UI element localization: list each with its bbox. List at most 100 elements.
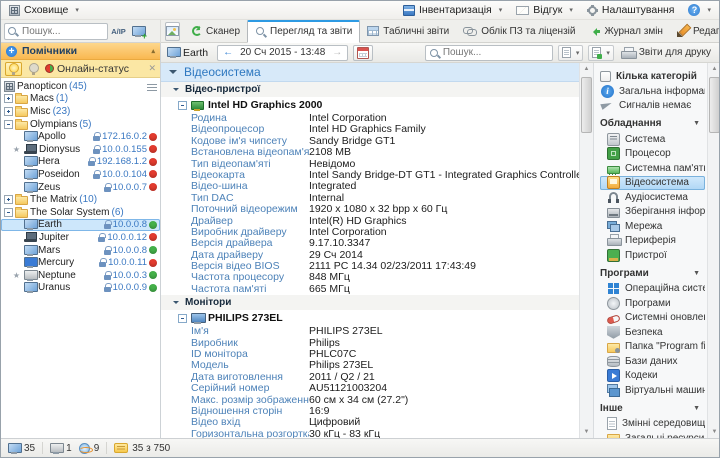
category-label: Система [625, 133, 666, 145]
feedback-menu[interactable]: Відгук ▾ [516, 4, 573, 16]
tab-changelog[interactable]: Журнал змін [582, 20, 669, 43]
category-videosystem[interactable]: Відеосистема [600, 175, 705, 190]
scroll-down-icon[interactable]: ▼ [580, 426, 593, 438]
tree-device-jupiter[interactable]: Jupiter 10.0.0.12 [1, 231, 160, 244]
collapse-icon[interactable] [4, 119, 13, 129]
print-reports-button[interactable]: Звіти для друку [619, 47, 713, 59]
export-report-button[interactable]: ▾ [588, 44, 614, 61]
category-alerts[interactable]: Сигналів немає [600, 99, 705, 114]
section-other[interactable]: Інше ▼ [600, 400, 705, 417]
category-security[interactable]: Безпека [600, 325, 705, 340]
category-peripherals[interactable]: Периферія [600, 234, 705, 249]
category-processor[interactable]: Процесор [600, 147, 705, 162]
snapshot-viewer-button[interactable] [165, 21, 180, 41]
tree-root-panopticon[interactable]: Panopticon (45) [1, 80, 160, 93]
collapse-icon[interactable]: ▴ [151, 47, 155, 55]
category-programs[interactable]: Програми [600, 296, 705, 311]
sort-by-name-ip-button[interactable]: A/IP [110, 23, 127, 40]
tree-device-neptune[interactable]: ★ Neptune 10.0.0.3 [1, 269, 160, 282]
tree-device-uranus[interactable]: Uranus 10.0.0.9 [1, 282, 160, 295]
copy-report-button[interactable]: ▾ [557, 44, 584, 61]
tree-device-mars[interactable]: Mars 10.0.0.8 [1, 244, 160, 257]
category-scrollbar[interactable]: ▲ ▼ [707, 63, 719, 438]
collapse-icon[interactable] [4, 207, 13, 217]
category-system[interactable]: Система [600, 132, 705, 147]
assistants-header[interactable]: Помічники ▴ [1, 43, 160, 60]
tree-group-macs[interactable]: Macs (1) [1, 93, 160, 106]
category-env-variables[interactable]: Змінні середовища [600, 417, 705, 432]
device-header-philips[interactable]: PHILIPS 273EL [161, 310, 579, 326]
category-memory[interactable]: Системна пам'ять [600, 161, 705, 176]
close-icon[interactable]: ✕ [148, 63, 156, 74]
scrollbar-thumb[interactable] [709, 77, 719, 133]
add-assistant-icon[interactable] [6, 45, 17, 57]
tree-group-matrix[interactable]: The Matrix (10) [1, 193, 160, 206]
category-os[interactable]: Операційна система [600, 282, 705, 297]
section-hardware[interactable]: Обладнання ▼ [600, 115, 705, 132]
tree-device-poseidon[interactable]: Poseidon 10.0.0.104 [1, 168, 160, 181]
category-databases[interactable]: Бази даних [600, 354, 705, 369]
tab-scanner[interactable]: Сканер [185, 20, 247, 43]
bulb-off-button[interactable] [25, 62, 42, 76]
group-video-devices[interactable]: Відео-пристрої [161, 82, 579, 97]
storage-menu[interactable]: Сховище ▾ [9, 4, 79, 16]
tree-device-earth[interactable]: Earth 10.0.0.8 [1, 218, 160, 232]
multi-categories-toggle[interactable]: Кілька категорій [600, 69, 705, 84]
tree-device-zeus[interactable]: Zeus 10.0.0.7 [1, 181, 160, 194]
help-menu[interactable]: ▾ [688, 4, 711, 16]
category-virtual-machines[interactable]: Віртуальні машини [600, 383, 705, 398]
category-updates[interactable]: Системні оновлення [600, 311, 705, 326]
category-audiosystem[interactable]: Аудіосистема [600, 190, 705, 205]
tab-software-licenses[interactable]: Облік ПЗ та ліцензій [456, 20, 582, 43]
tree-group-solar-system[interactable]: The Solar System (6) [1, 206, 160, 219]
tree-device-dionysus[interactable]: ★ Dionysus 10.0.0.155 [1, 143, 160, 156]
inventory-menu[interactable]: Інвентаризація ▾ [402, 4, 502, 16]
content-scrollbar[interactable]: ▲ ▼ [579, 63, 593, 438]
calendar-button[interactable] [353, 44, 374, 61]
category-shared-resources[interactable]: Загальні ресурси [600, 431, 705, 438]
section-videosystem[interactable]: Відеосистема [161, 63, 579, 82]
tree-group-misc[interactable]: Misc (23) [1, 105, 160, 118]
expand-icon[interactable] [4, 94, 13, 104]
tree-view-options-icon[interactable] [147, 82, 157, 91]
collapse-icon[interactable]: ▼ [693, 270, 705, 277]
property-row: ID монітора PHLC07C [191, 349, 579, 360]
menu-edit[interactable]: Редагування ▾ [670, 20, 719, 43]
expand-icon[interactable] [4, 106, 13, 116]
tab-table-reports[interactable]: Табличні звіти [360, 20, 456, 43]
expand-icon[interactable] [4, 195, 13, 205]
scroll-up-icon[interactable]: ▲ [580, 63, 593, 75]
tab-view-reports[interactable]: Перегляд та звіти [247, 19, 361, 43]
report-search-input[interactable] [424, 44, 553, 61]
scroll-up-icon[interactable]: ▲ [708, 63, 719, 75]
scrollbar-thumb[interactable] [581, 77, 592, 133]
add-device-button[interactable]: + [129, 23, 147, 41]
category-codecs[interactable]: Кодеки [600, 369, 705, 384]
collapse-icon[interactable] [178, 100, 187, 110]
category-storage[interactable]: Зберігання інформації [600, 205, 705, 220]
group-monitors[interactable]: Монітори [161, 295, 579, 311]
next-snapshot-button[interactable]: → [332, 47, 342, 58]
category-devices[interactable]: Пристрої [600, 248, 705, 263]
tree-device-apollo[interactable]: Apollo 172.16.0.2 [1, 130, 160, 143]
category-program-files[interactable]: Папка "Program files" [600, 340, 705, 355]
bulb-on-button[interactable] [5, 61, 22, 76]
lock-icon [103, 270, 112, 280]
category-network[interactable]: Мережа [600, 219, 705, 234]
collapse-icon[interactable] [178, 313, 187, 323]
tree-device-hera[interactable]: Hera 192.168.1.2 [1, 156, 160, 169]
tree-group-olympians[interactable]: Olympians (5) [1, 118, 160, 131]
prev-snapshot-button[interactable]: ← [223, 47, 233, 58]
settings-menu[interactable]: Налаштування [586, 4, 674, 16]
device-header-intel-hd[interactable]: Intel HD Graphics 2000 [161, 97, 579, 113]
collapse-icon[interactable]: ▼ [693, 405, 705, 412]
scroll-down-icon[interactable]: ▼ [708, 426, 719, 438]
property-label: Відношення сторін [191, 405, 283, 417]
section-software[interactable]: Програми ▼ [600, 265, 705, 282]
collapse-icon[interactable]: ▼ [693, 120, 705, 127]
property-row: Серійний номер AU51121003204 [191, 383, 579, 394]
tree-search-input[interactable] [4, 22, 108, 40]
checkbox-icon[interactable] [600, 71, 611, 82]
category-general-info[interactable]: Загальна інформація [600, 84, 705, 99]
tree-device-mercury[interactable]: Mercury 10.0.0.11 [1, 256, 160, 269]
